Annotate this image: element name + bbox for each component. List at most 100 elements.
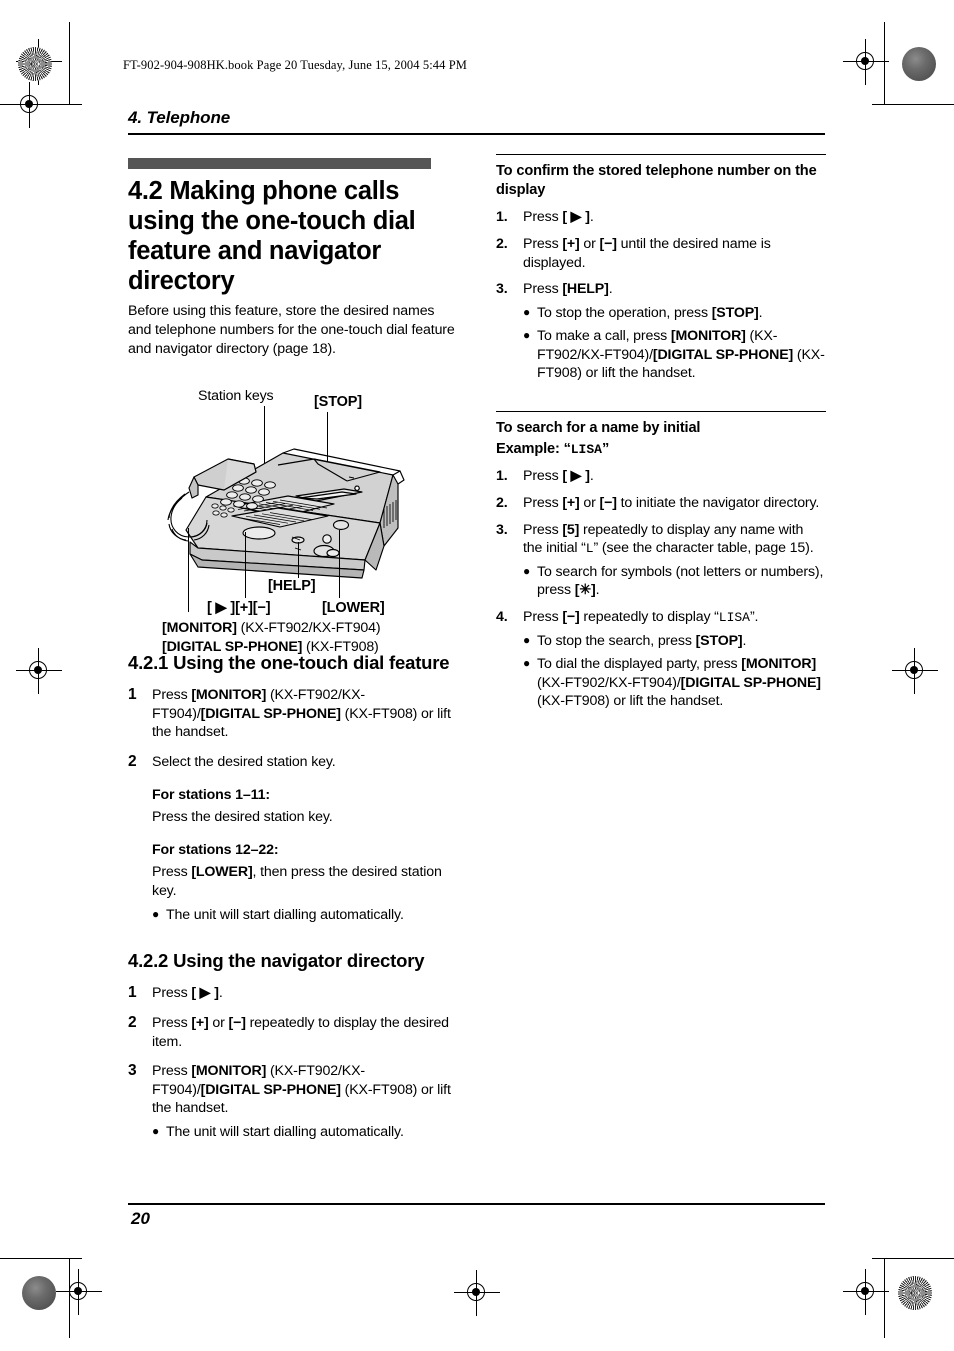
right-block-1-heading: To confirm the stored telephone number o… — [496, 163, 817, 199]
stations-12-22-heading: For stations 12–22: — [152, 841, 279, 858]
footer-rule — [128, 1203, 825, 1205]
step-number: 4. — [496, 608, 508, 625]
note-text: To stop the operation, press [STOP]. — [537, 304, 763, 321]
step-main-text: Press [HELP]. — [523, 281, 613, 298]
step-number: 1. — [496, 468, 508, 485]
step-item: 1 Press [ ▶ ]. — [128, 984, 458, 1003]
bullet-dot-icon: ● — [523, 656, 531, 671]
note-bullet: ● To make a call, press [MONITOR] (KX-FT… — [523, 327, 826, 383]
step-text: Press [ ▶ ]. — [523, 209, 594, 226]
example-label: Example: “ — [496, 441, 571, 458]
step-number: 2 — [128, 753, 137, 771]
right-block-2-rule — [496, 411, 826, 413]
section-band — [128, 158, 431, 169]
note-text: To search for symbols (not letters or nu… — [537, 563, 824, 599]
step-item: 1 Press [MONITOR] (KX-FT902/KX-FT904)/[D… — [128, 686, 458, 742]
ordered-step: 2. Press [+] or [−] to initiate the navi… — [496, 494, 826, 513]
figure-label-spphone: [DIGITAL SP-PHONE] (KX-FT908) — [162, 639, 379, 655]
chapter-heading: 4. Telephone — [128, 108, 231, 127]
note-bullet: ● The unit will start dialling automatic… — [152, 1123, 458, 1142]
step-number: 1. — [496, 209, 508, 226]
step-number: 3 — [128, 1062, 137, 1080]
note-bullet: ● To stop the operation, press [STOP]. — [523, 304, 826, 323]
step-text: Press [+] or [−] until the desired name … — [523, 235, 771, 271]
figure-label-monitor-key: [MONITOR] — [162, 620, 237, 636]
bullet-dot-icon: ● — [523, 328, 531, 343]
step-item: 2 Press [+] or [−] repeatedly to display… — [128, 1014, 458, 1051]
ordered-step: 1. Press [ ▶ ]. — [496, 467, 826, 486]
ordered-step: 3. Press [HELP]. ● To stop the operation… — [496, 280, 826, 383]
bullet-dot-icon: ● — [152, 906, 160, 921]
leader-line-help — [298, 542, 300, 578]
section-title: 4.2 Making phone calls using the one-tou… — [128, 177, 416, 296]
figure-label-help: [HELP] — [268, 578, 316, 594]
note-text: To dial the displayed party, press [MONI… — [537, 656, 821, 710]
leader-line-monitor — [188, 528, 190, 612]
note-bullet: ● To dial the displayed party, press [MO… — [523, 655, 826, 711]
figure-label-spphone-key: [DIGITAL SP-PHONE] — [162, 639, 303, 655]
note-text: To stop the search, press [STOP]. — [537, 632, 747, 649]
step-main-text: Press [5] repeatedly to display any name… — [523, 521, 814, 557]
figure-label-station-keys: Station keys — [198, 388, 274, 404]
step-number: 2. — [496, 495, 508, 511]
note-text: The unit will start dialling automatical… — [166, 1123, 404, 1140]
page-number: 20 — [131, 1209, 150, 1228]
example-close-quote: ” — [601, 441, 610, 458]
note-bullet: ● To stop the search, press [STOP]. — [523, 632, 826, 651]
bullet-dot-icon: ● — [523, 632, 531, 647]
bullet-dot-icon: ● — [152, 1123, 160, 1138]
step-text: Press [MONITOR] (KX-FT902/KX-FT904)/[DIG… — [152, 687, 451, 741]
step-number: 1 — [128, 686, 137, 704]
bullet-dot-icon: ● — [523, 563, 531, 578]
figure-label-lower: [LOWER] — [322, 600, 385, 616]
step-text: Press [ ▶ ]. — [152, 985, 223, 1002]
step-number: 2 — [128, 1014, 137, 1031]
step-text: Press [+] or [−] to initiate the navigat… — [523, 495, 820, 511]
ordered-step: 1. Press [ ▶ ]. — [496, 208, 826, 227]
step-text: Press [HELP]. ● To stop the operation, p… — [523, 280, 826, 383]
step-number: 1 — [128, 984, 137, 1002]
step-main-text: Press [−] repeatedly to display “LISA”. — [523, 608, 759, 625]
leader-line-keys — [245, 532, 247, 598]
step-item: 2 Select the desired station key. — [128, 753, 458, 772]
manual-page: 4. Telephone 4.2 Making phone calls usin… — [0, 0, 954, 1351]
step-number: 2. — [496, 235, 508, 252]
right-column: To confirm the stored telephone number o… — [496, 154, 826, 711]
ordered-step: 2. Press [+] or [−] until the desired na… — [496, 235, 826, 272]
figure-label-spphone-models: (KX-FT908) — [302, 639, 379, 655]
section-intro: Before using this feature, store the des… — [128, 303, 455, 357]
figure-label-monitor-models: (KX-FT902/KX-FT904) — [236, 620, 381, 636]
note-bullet: ● The unit will start dialling automatic… — [152, 906, 458, 925]
block-gap — [496, 383, 826, 411]
leader-line-lower — [339, 530, 341, 598]
figure-label-stop: [STOP] — [314, 394, 362, 410]
step-text: Press [5] repeatedly to display any name… — [523, 521, 826, 600]
figure-label-monitor: [MONITOR] (KX-FT902/KX-FT904) — [162, 620, 381, 636]
phone-illustration: Station keys [STOP] [HELP] [▶][+][−] [… — [128, 380, 458, 655]
stations-1-11-body: Press the desired station key. — [152, 809, 333, 826]
right-block-2-example: Example: “LISA” — [496, 440, 826, 459]
stations-12-22-body: Press [LOWER], then press the desired st… — [152, 864, 442, 900]
figure-label-keys-row: [ ▶ ][+][−] — [207, 600, 271, 616]
ordered-step: 3. Press [5] repeatedly to display any n… — [496, 521, 826, 600]
step-text: Press [MONITOR] (KX-FT902/KX-FT904)/[DIG… — [152, 1063, 451, 1117]
right-block-1-rule — [496, 154, 826, 156]
step-number: 3. — [496, 521, 508, 538]
note-bullet: ● To search for symbols (not letters or … — [523, 563, 826, 600]
step-text: Press [ ▶ ]. — [523, 468, 594, 485]
header-rule — [128, 133, 825, 135]
note-text: The unit will start dialling automatical… — [166, 906, 404, 923]
step-number: 3. — [496, 281, 508, 298]
stations-1-11-heading: For stations 1–11: — [152, 786, 270, 803]
subsection-421-title: 4.2.1 Using the one-touch dial feature — [128, 652, 450, 674]
step-text: Select the desired station key. — [152, 754, 336, 771]
subsection-422-title: 4.2.2 Using the navigator directory — [128, 950, 425, 972]
ordered-step: 4. Press [−] repeatedly to display “LISA… — [496, 608, 826, 711]
bullet-dot-icon: ● — [523, 304, 531, 319]
right-block-2-heading: To search for a name by initial — [496, 420, 701, 437]
step-item: 3 Press [MONITOR] (KX-FT902/KX-FT904)/[D… — [128, 1062, 458, 1118]
note-text: To make a call, press [MONITOR] (KX-FT90… — [537, 328, 825, 382]
step-text: Press [+] or [−] repeatedly to display t… — [152, 1015, 449, 1050]
example-value: LISA — [570, 442, 602, 458]
step-text: Press [−] repeatedly to display “LISA”. … — [523, 608, 826, 711]
